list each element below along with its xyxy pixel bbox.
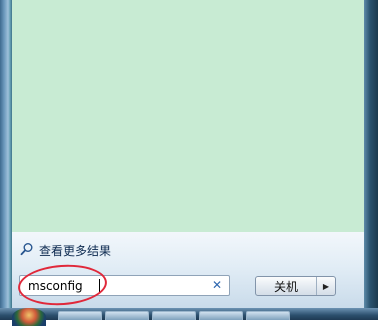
start-search-box[interactable]: ✕: [19, 275, 230, 296]
text-caret: [99, 279, 100, 293]
see-more-results-label: 查看更多结果: [39, 243, 112, 258]
window-frame-right: [364, 0, 378, 320]
windows-orb-icon[interactable]: [12, 308, 46, 326]
see-more-results-link[interactable]: 查看更多结果: [20, 241, 111, 259]
clear-icon[interactable]: ✕: [211, 278, 223, 292]
taskbar-button[interactable]: [199, 311, 243, 320]
shutdown-options-arrow-icon[interactable]: ▶: [317, 277, 335, 295]
taskbar-button[interactable]: [58, 311, 102, 320]
shutdown-button[interactable]: 关机: [256, 277, 316, 295]
taskbar-button[interactable]: [246, 311, 290, 320]
shutdown-button-group: 关机 ▶: [255, 276, 336, 296]
programs-list-panel: [12, 0, 364, 232]
taskbar-button[interactable]: [152, 311, 196, 320]
search-icon: [20, 242, 34, 259]
search-input[interactable]: [28, 277, 198, 294]
taskbar-button[interactable]: [105, 311, 149, 320]
